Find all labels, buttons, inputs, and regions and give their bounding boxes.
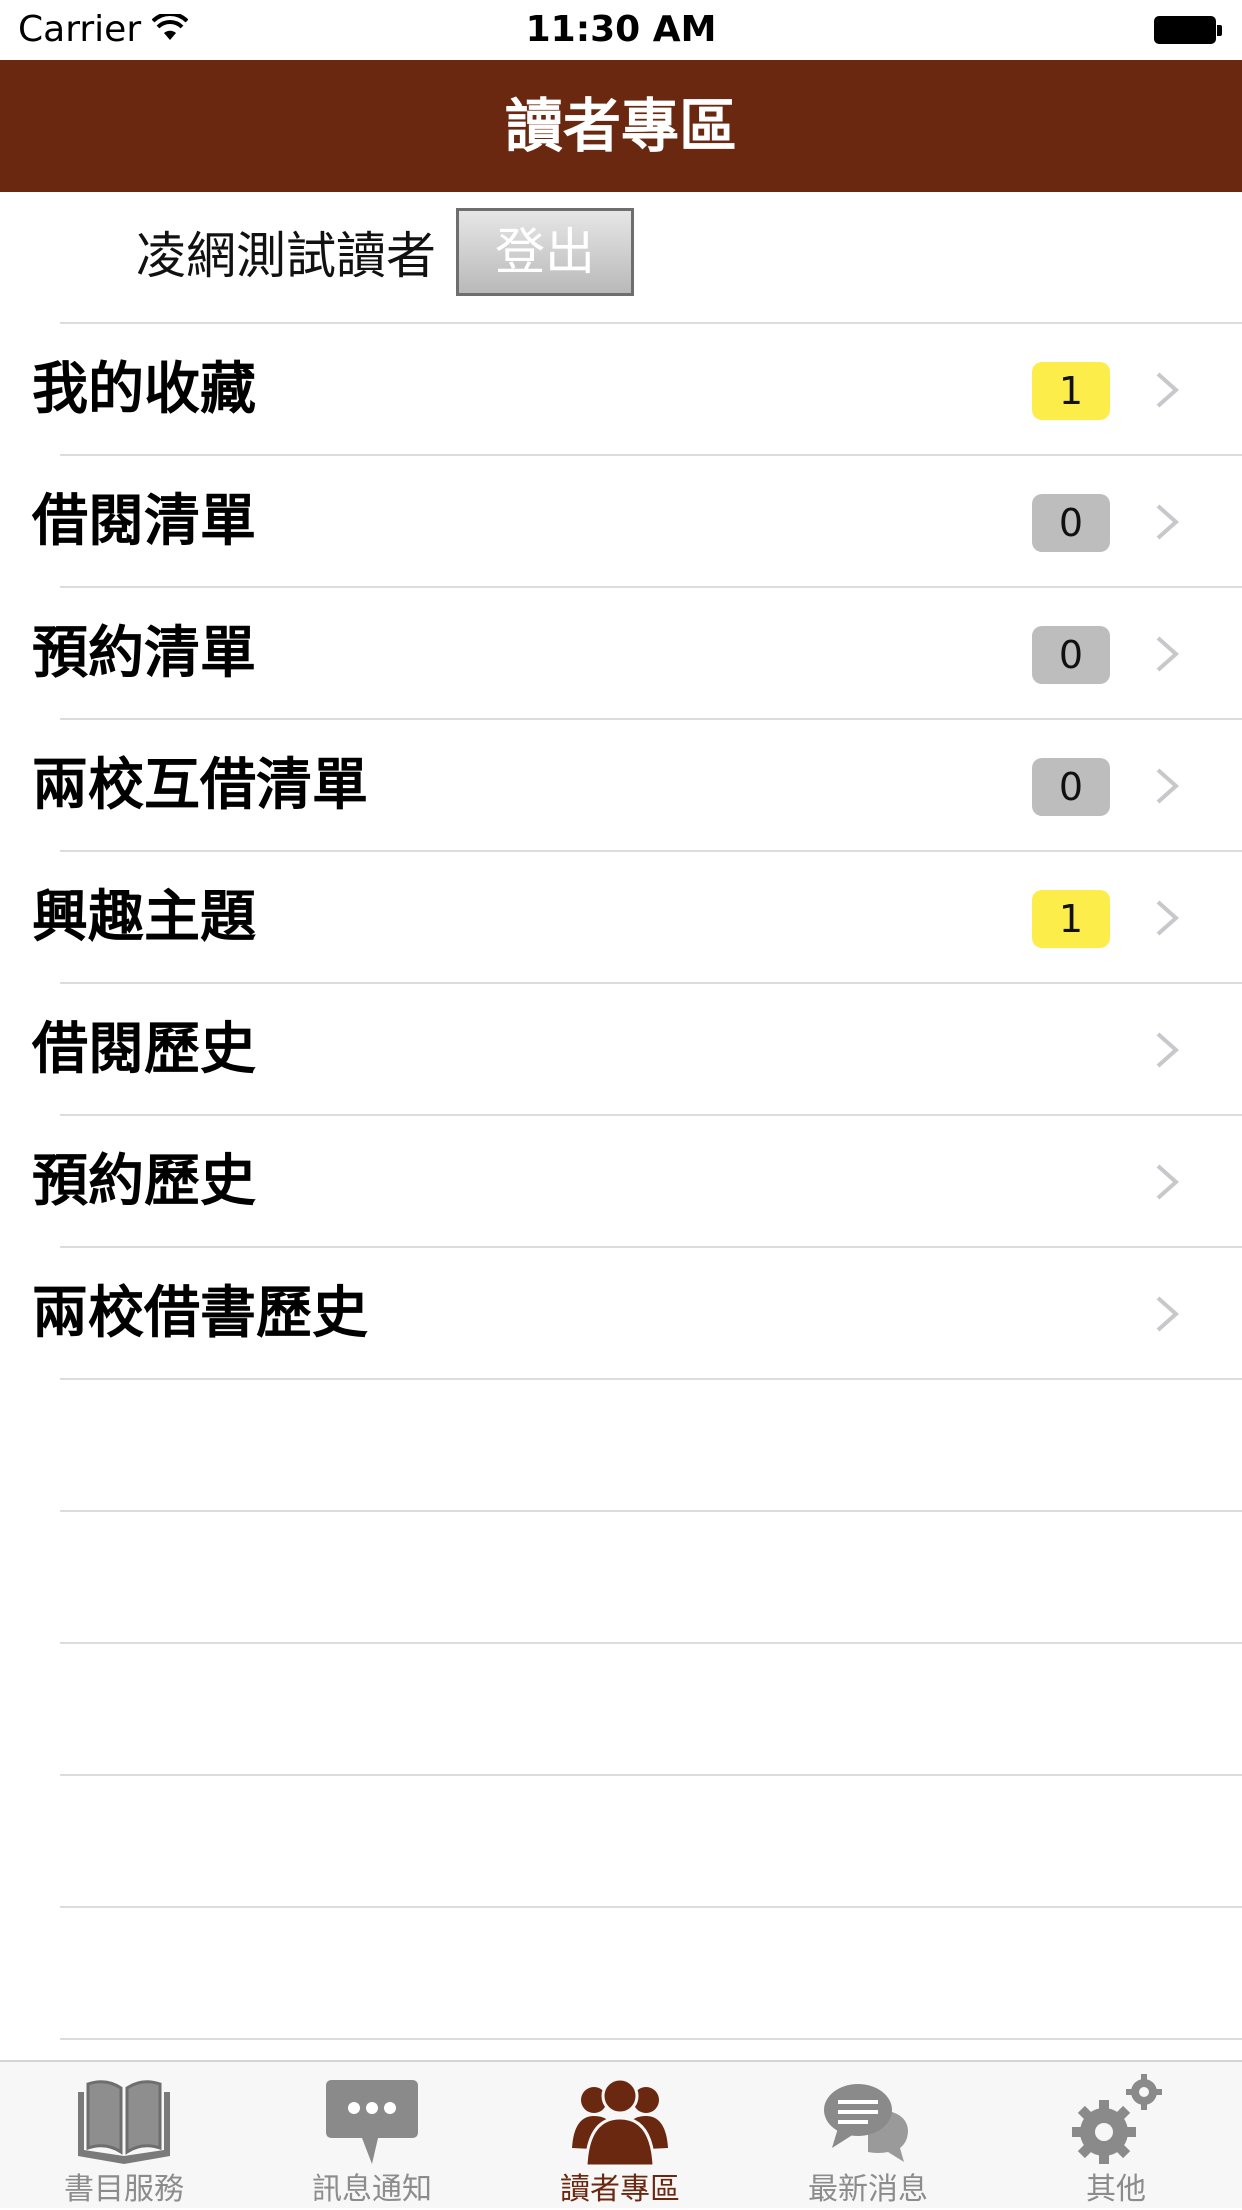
list-item-favorites[interactable]: 我的收藏 1 (0, 324, 1242, 456)
page-title: 讀者專區 (504, 92, 737, 160)
list-item-label: 預約歷史 (32, 1149, 256, 1214)
tab-reader-area[interactable]: 讀者專區 (496, 2062, 744, 2210)
list-item-interlibrary-list[interactable]: 兩校互借清單 0 (0, 720, 1242, 852)
tab-news[interactable]: 最新消息 (744, 2062, 992, 2210)
tab-catalog[interactable]: 書目服務 (0, 2062, 248, 2210)
divider (60, 1642, 1242, 1644)
status-bar: Carrier 11:30 AM (0, 0, 1242, 60)
count-badge: 0 (1032, 494, 1110, 552)
chevron-right-icon (1156, 900, 1180, 936)
navigation-bar: 讀者專區 (0, 60, 1242, 192)
list-item-label: 我的收藏 (32, 357, 256, 422)
divider (60, 1774, 1242, 1776)
tab-label: 訊息通知 (312, 2172, 432, 2207)
tab-other[interactable]: 其他 (992, 2062, 1240, 2210)
list-item-reservation-list[interactable]: 預約清單 0 (0, 588, 1242, 720)
chevron-right-icon (1156, 504, 1180, 540)
list-item-borrowing-list[interactable]: 借閱清單 0 (0, 456, 1242, 588)
count-badge: 1 (1032, 890, 1110, 948)
chevron-right-icon (1156, 768, 1180, 804)
list-item-label: 借閱清單 (32, 489, 256, 554)
tab-label: 書目服務 (64, 2172, 184, 2207)
clock: 11:30 AM (525, 9, 717, 50)
count-badge: 0 (1032, 758, 1110, 816)
tab-label: 最新消息 (808, 2172, 928, 2207)
chevron-right-icon (1156, 636, 1180, 672)
chevron-right-icon (1156, 1032, 1180, 1068)
list-item-reservation-history[interactable]: 預約歷史 (0, 1116, 1242, 1248)
message-bubble-icon (326, 2080, 418, 2164)
gears-icon (1072, 2074, 1162, 2164)
divider (60, 2038, 1242, 2040)
divider (60, 1906, 1242, 1908)
divider (60, 1378, 1242, 1380)
tab-label: 讀者專區 (560, 2172, 680, 2207)
list-item-label: 兩校互借清單 (32, 753, 368, 818)
chevron-right-icon (1156, 1296, 1180, 1332)
user-name: 凌網測試讀者 (136, 227, 436, 285)
list-item-label: 興趣主題 (32, 885, 256, 950)
chat-bubbles-icon (824, 2084, 908, 2162)
battery-icon (1154, 16, 1222, 46)
list-item-label: 兩校借書歷史 (32, 1281, 368, 1346)
tab-label: 其他 (1086, 2172, 1146, 2207)
list-item-label: 借閱歷史 (32, 1017, 256, 1082)
list-item-label: 預約清單 (32, 621, 256, 686)
divider (60, 1510, 1242, 1512)
logout-button[interactable]: 登出 (456, 208, 634, 296)
count-badge: 0 (1032, 626, 1110, 684)
book-icon (78, 2080, 170, 2164)
chevron-right-icon (1156, 372, 1180, 408)
list-item-interest-topics[interactable]: 興趣主題 1 (0, 852, 1242, 984)
user-info-row: 凌網測試讀者 登出 (0, 192, 1242, 322)
list-item-interlibrary-history[interactable]: 兩校借書歷史 (0, 1248, 1242, 1380)
tab-bar: 書目服務 訊息通知 讀者專區 最新消息 其他 (0, 2060, 1242, 2208)
chevron-right-icon (1156, 1164, 1180, 1200)
tab-notifications[interactable]: 訊息通知 (248, 2062, 496, 2210)
list-item-borrowing-history[interactable]: 借閱歷史 (0, 984, 1242, 1116)
count-badge: 1 (1032, 362, 1110, 420)
users-icon (572, 2077, 668, 2168)
